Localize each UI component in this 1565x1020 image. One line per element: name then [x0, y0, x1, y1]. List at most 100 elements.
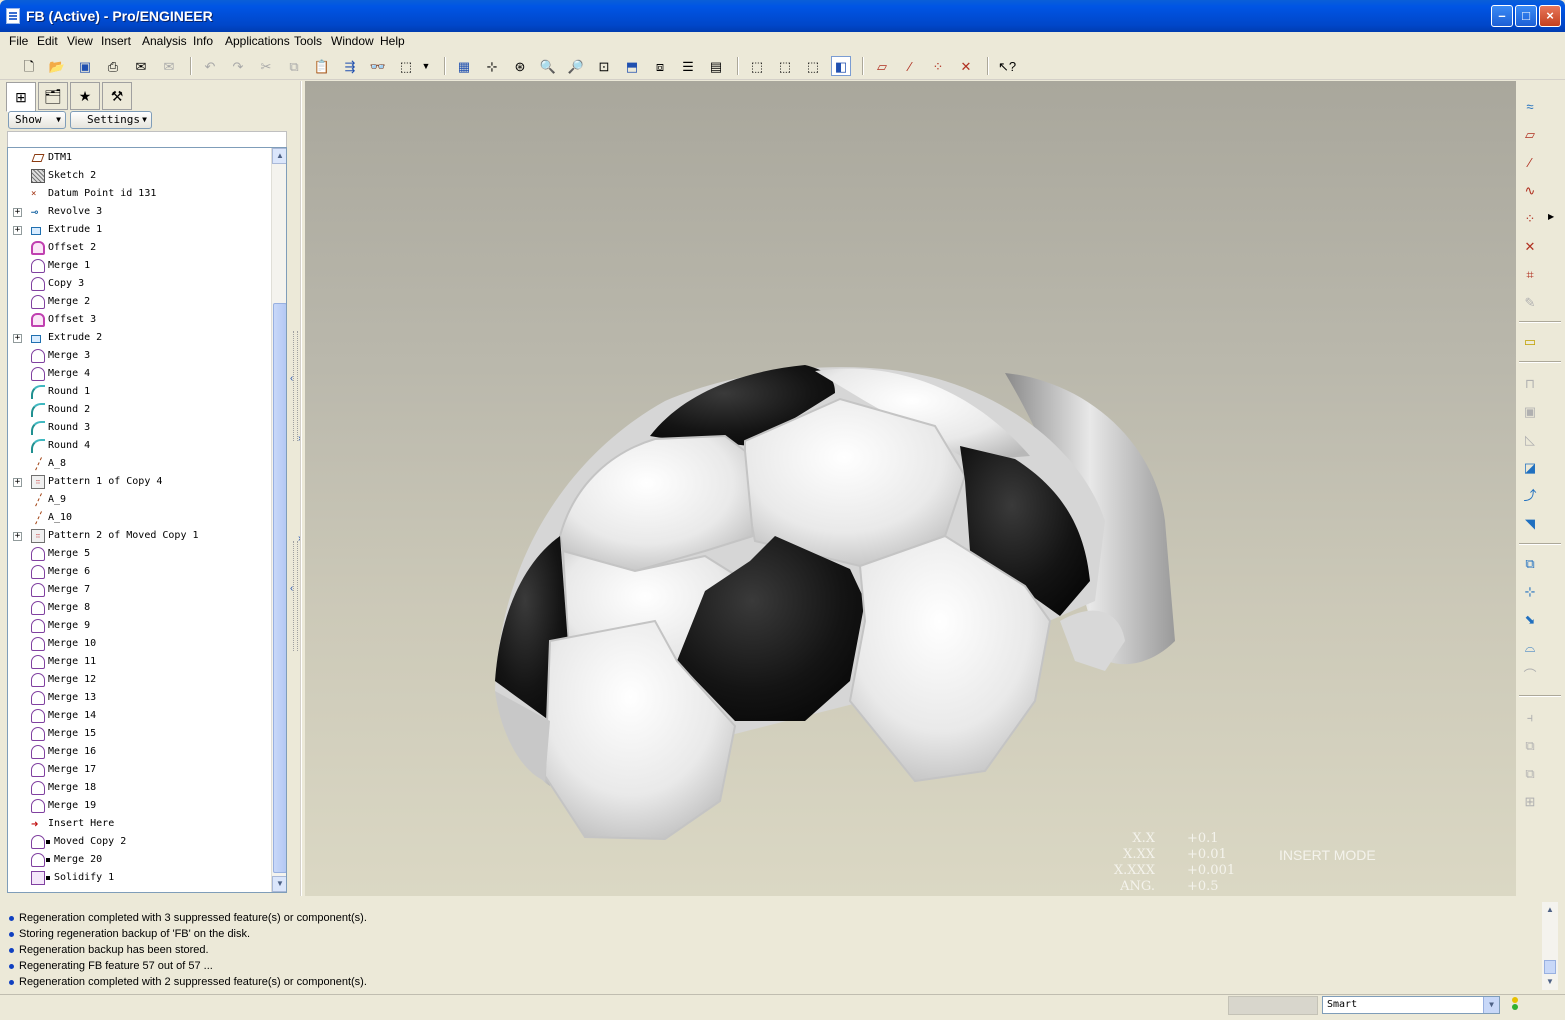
- menu-window[interactable]: Window: [331, 34, 374, 48]
- tree-item[interactable]: + Extrude 2: [8, 329, 270, 347]
- minimize-button[interactable]: –: [1491, 5, 1513, 27]
- tree-item[interactable]: Merge 9: [8, 617, 270, 635]
- style-tool-icon[interactable]: ⌓: [1520, 637, 1540, 657]
- tree-item[interactable]: + ∷ Pattern 1 of Copy 4: [8, 473, 270, 491]
- tree-item[interactable]: A_8: [8, 455, 270, 473]
- new-icon[interactable]: 🗋: [19, 56, 39, 76]
- tree-item[interactable]: Merge 11: [8, 653, 270, 671]
- tree-item[interactable]: Merge 1: [8, 257, 270, 275]
- panel-sash[interactable]: ‹ › › ‹: [289, 81, 305, 896]
- collapse-left-icon[interactable]: ‹: [290, 583, 293, 594]
- tree-item[interactable]: Moved Copy 2: [8, 833, 270, 851]
- dropdown-icon[interactable]: ▼: [419, 56, 433, 76]
- orient-icon[interactable]: ⊹: [482, 56, 502, 76]
- tree-item[interactable]: Merge 14: [8, 707, 270, 725]
- collapse-left-icon[interactable]: ‹: [290, 373, 293, 384]
- chevron-down-icon[interactable]: ▼: [1483, 997, 1499, 1013]
- datum-point-tool-icon[interactable]: ⁘: [1520, 208, 1540, 228]
- tree-item[interactable]: Merge 10: [8, 635, 270, 653]
- regenerate-icon[interactable]: ⇶: [340, 56, 360, 76]
- menu-edit[interactable]: Edit: [37, 34, 58, 48]
- close-button[interactable]: ×: [1539, 5, 1561, 27]
- model-tree-tab[interactable]: ⊞: [6, 82, 36, 112]
- draft-tool-icon[interactable]: ◺: [1520, 429, 1540, 449]
- tree-item[interactable]: A_9: [8, 491, 270, 509]
- hidden-line-icon[interactable]: ⬚: [775, 56, 795, 76]
- copy-tool-icon[interactable]: ⧉: [1520, 763, 1540, 783]
- tree-item[interactable]: Merge 7: [8, 581, 270, 599]
- open-icon[interactable]: 📂: [47, 56, 67, 76]
- tree-item[interactable]: Round 3: [8, 419, 270, 437]
- expand-icon[interactable]: +: [13, 478, 22, 487]
- scroll-up-icon[interactable]: ▲: [1542, 902, 1558, 918]
- favorites-tab[interactable]: ★: [70, 82, 100, 110]
- scroll-thumb[interactable]: [273, 303, 286, 873]
- message-scrollbar[interactable]: ▲ ▼: [1542, 902, 1558, 990]
- menu-info[interactable]: Info: [193, 34, 213, 48]
- analysis-feature-icon[interactable]: ⌗: [1520, 264, 1540, 284]
- zoom-out-icon[interactable]: 🔎: [566, 56, 586, 76]
- revolve-tool-icon[interactable]: ⧉: [1520, 553, 1540, 573]
- folder-browser-tab[interactable]: 🗂: [38, 82, 68, 110]
- coord-sys-display-icon[interactable]: ✕: [956, 56, 976, 76]
- tree-item[interactable]: DTM1: [8, 149, 270, 167]
- coord-sys-tool-icon[interactable]: ✕: [1520, 236, 1540, 256]
- shell-tool-icon[interactable]: ⊓: [1520, 373, 1540, 393]
- menu-view[interactable]: View: [67, 34, 93, 48]
- email-link-icon[interactable]: ✉: [159, 56, 179, 76]
- maximize-button[interactable]: □: [1515, 5, 1537, 27]
- menu-tools[interactable]: Tools: [294, 34, 322, 48]
- context-help-icon[interactable]: ↖?: [997, 56, 1017, 76]
- hole-tool-icon[interactable]: ▭: [1520, 331, 1540, 351]
- expand-icon[interactable]: +: [13, 208, 22, 217]
- tree-item[interactable]: Merge 5: [8, 545, 270, 563]
- variable-sweep-icon[interactable]: ⊹: [1520, 581, 1540, 601]
- menu-help[interactable]: Help: [380, 34, 405, 48]
- tree-item[interactable]: Merge 17: [8, 761, 270, 779]
- tree-item[interactable]: + ⊸ Revolve 3: [8, 203, 270, 221]
- paste-icon[interactable]: 📋: [312, 56, 332, 76]
- reorient-icon[interactable]: ⬒: [622, 56, 642, 76]
- undo-icon[interactable]: ↶: [200, 56, 220, 76]
- tree-item[interactable]: Copy 3: [8, 275, 270, 293]
- chamfer-tool-icon[interactable]: ⤴: [1520, 485, 1540, 505]
- menu-insert[interactable]: Insert: [101, 34, 131, 48]
- tree-item[interactable]: Merge 4: [8, 365, 270, 383]
- appearance-icon[interactable]: ▤: [706, 56, 726, 76]
- select-box-icon[interactable]: ⬚: [396, 56, 416, 76]
- tree-item[interactable]: Merge 6: [8, 563, 270, 581]
- rib-tool-icon[interactable]: ▣: [1520, 401, 1540, 421]
- scroll-down-icon[interactable]: ▼: [272, 876, 286, 892]
- layers-icon[interactable]: ☰: [678, 56, 698, 76]
- round-tool-icon[interactable]: ◪: [1520, 457, 1540, 477]
- extrude-tool-icon[interactable]: ◥: [1520, 513, 1540, 533]
- tree-item[interactable]: Merge 20: [8, 851, 270, 869]
- mirror-tool-icon[interactable]: ⫞: [1520, 707, 1540, 727]
- save-icon[interactable]: ▣: [75, 56, 95, 76]
- menu-applications[interactable]: Applications: [225, 34, 290, 48]
- tree-item[interactable]: Merge 18: [8, 779, 270, 797]
- scroll-up-icon[interactable]: ▲: [272, 148, 286, 164]
- datum-point-display-icon[interactable]: ⁘: [928, 56, 948, 76]
- wireframe-icon[interactable]: ⬚: [747, 56, 767, 76]
- tree-item[interactable]: Merge 16: [8, 743, 270, 761]
- zoom-in-icon[interactable]: 🔍: [538, 56, 558, 76]
- expand-icon[interactable]: +: [13, 226, 22, 235]
- cut-icon[interactable]: ✂: [256, 56, 276, 76]
- selection-filter-dropdown[interactable]: Smart ▼: [1322, 996, 1500, 1014]
- tree-item[interactable]: Merge 3: [8, 347, 270, 365]
- tree-item[interactable]: Merge 19: [8, 797, 270, 815]
- connections-tab[interactable]: ⚒: [102, 82, 132, 110]
- trim-tool-icon[interactable]: ⌒: [1520, 665, 1540, 685]
- tree-item[interactable]: + ∷ Pattern 2 of Moved Copy 1: [8, 527, 270, 545]
- graphics-window[interactable]: X.X +0.1 X.XX +0.01 X.XXX +0.001 ANG. +0.5 INSE…: [305, 81, 1516, 896]
- scroll-down-icon[interactable]: ▼: [1542, 974, 1558, 990]
- blend-tool-icon[interactable]: ⬊: [1520, 609, 1540, 629]
- datum-curve-tool-icon[interactable]: ∿: [1520, 180, 1540, 200]
- flyout-arrow-icon[interactable]: ▶: [1548, 212, 1554, 221]
- app-icon[interactable]: [6, 8, 20, 24]
- tree-item[interactable]: Offset 3: [8, 311, 270, 329]
- redo-icon[interactable]: ↷: [228, 56, 248, 76]
- annotation-icon[interactable]: ✎: [1520, 292, 1540, 312]
- tree-item[interactable]: Merge 15: [8, 725, 270, 743]
